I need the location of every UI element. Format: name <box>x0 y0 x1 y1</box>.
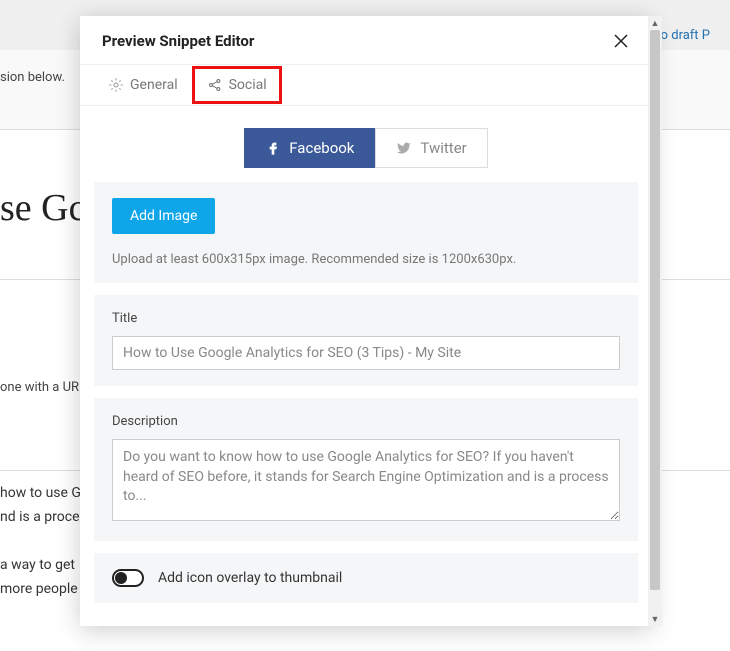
facebook-icon <box>265 140 281 156</box>
description-panel: Description <box>94 398 638 541</box>
tab-social[interactable]: Social <box>192 66 282 104</box>
title-panel: Title <box>94 295 638 386</box>
social-sub-tabs: Facebook Twitter <box>94 128 638 168</box>
close-button[interactable] <box>612 32 630 50</box>
close-icon <box>612 32 630 50</box>
editor-tabs: General Social <box>80 64 652 106</box>
sub-tab-facebook-label: Facebook <box>289 139 354 157</box>
tab-general-label: General <box>130 77 178 93</box>
share-icon <box>207 77 223 93</box>
sub-tab-facebook[interactable]: Facebook <box>244 128 375 168</box>
icon-overlay-toggle[interactable] <box>112 569 144 587</box>
sub-tab-twitter-label: Twitter <box>420 139 466 157</box>
scrollbar[interactable]: ▲ ▼ <box>648 16 662 626</box>
description-label: Description <box>112 414 620 429</box>
description-textarea[interactable] <box>112 439 620 521</box>
modal-header: Preview Snippet Editor <box>80 16 652 64</box>
scroll-thumb[interactable] <box>650 30 660 590</box>
icon-overlay-panel: Add icon overlay to thumbnail <box>94 553 638 603</box>
gear-icon <box>108 77 124 93</box>
add-image-button[interactable]: Add Image <box>112 198 215 234</box>
modal-title: Preview Snippet Editor <box>102 32 254 50</box>
bg-draft-link[interactable]: to draft P <box>656 28 710 43</box>
image-hint: Upload at least 600x315px image. Recomme… <box>112 252 620 267</box>
title-input[interactable] <box>112 336 620 370</box>
image-panel: Add Image Upload at least 600x315px imag… <box>94 182 638 283</box>
tab-general[interactable]: General <box>94 65 192 105</box>
modal-content: Facebook Twitter Add Image Upload at lea… <box>80 106 652 603</box>
snippet-editor-modal: Preview Snippet Editor General Social Fa… <box>80 16 652 626</box>
sub-tab-twitter[interactable]: Twitter <box>375 128 487 168</box>
icon-overlay-label: Add icon overlay to thumbnail <box>158 570 342 586</box>
scroll-down-icon[interactable]: ▼ <box>648 612 662 626</box>
twitter-icon <box>396 140 412 156</box>
tab-social-label: Social <box>229 77 267 93</box>
title-label: Title <box>112 311 620 326</box>
scroll-up-icon[interactable]: ▲ <box>648 16 662 30</box>
